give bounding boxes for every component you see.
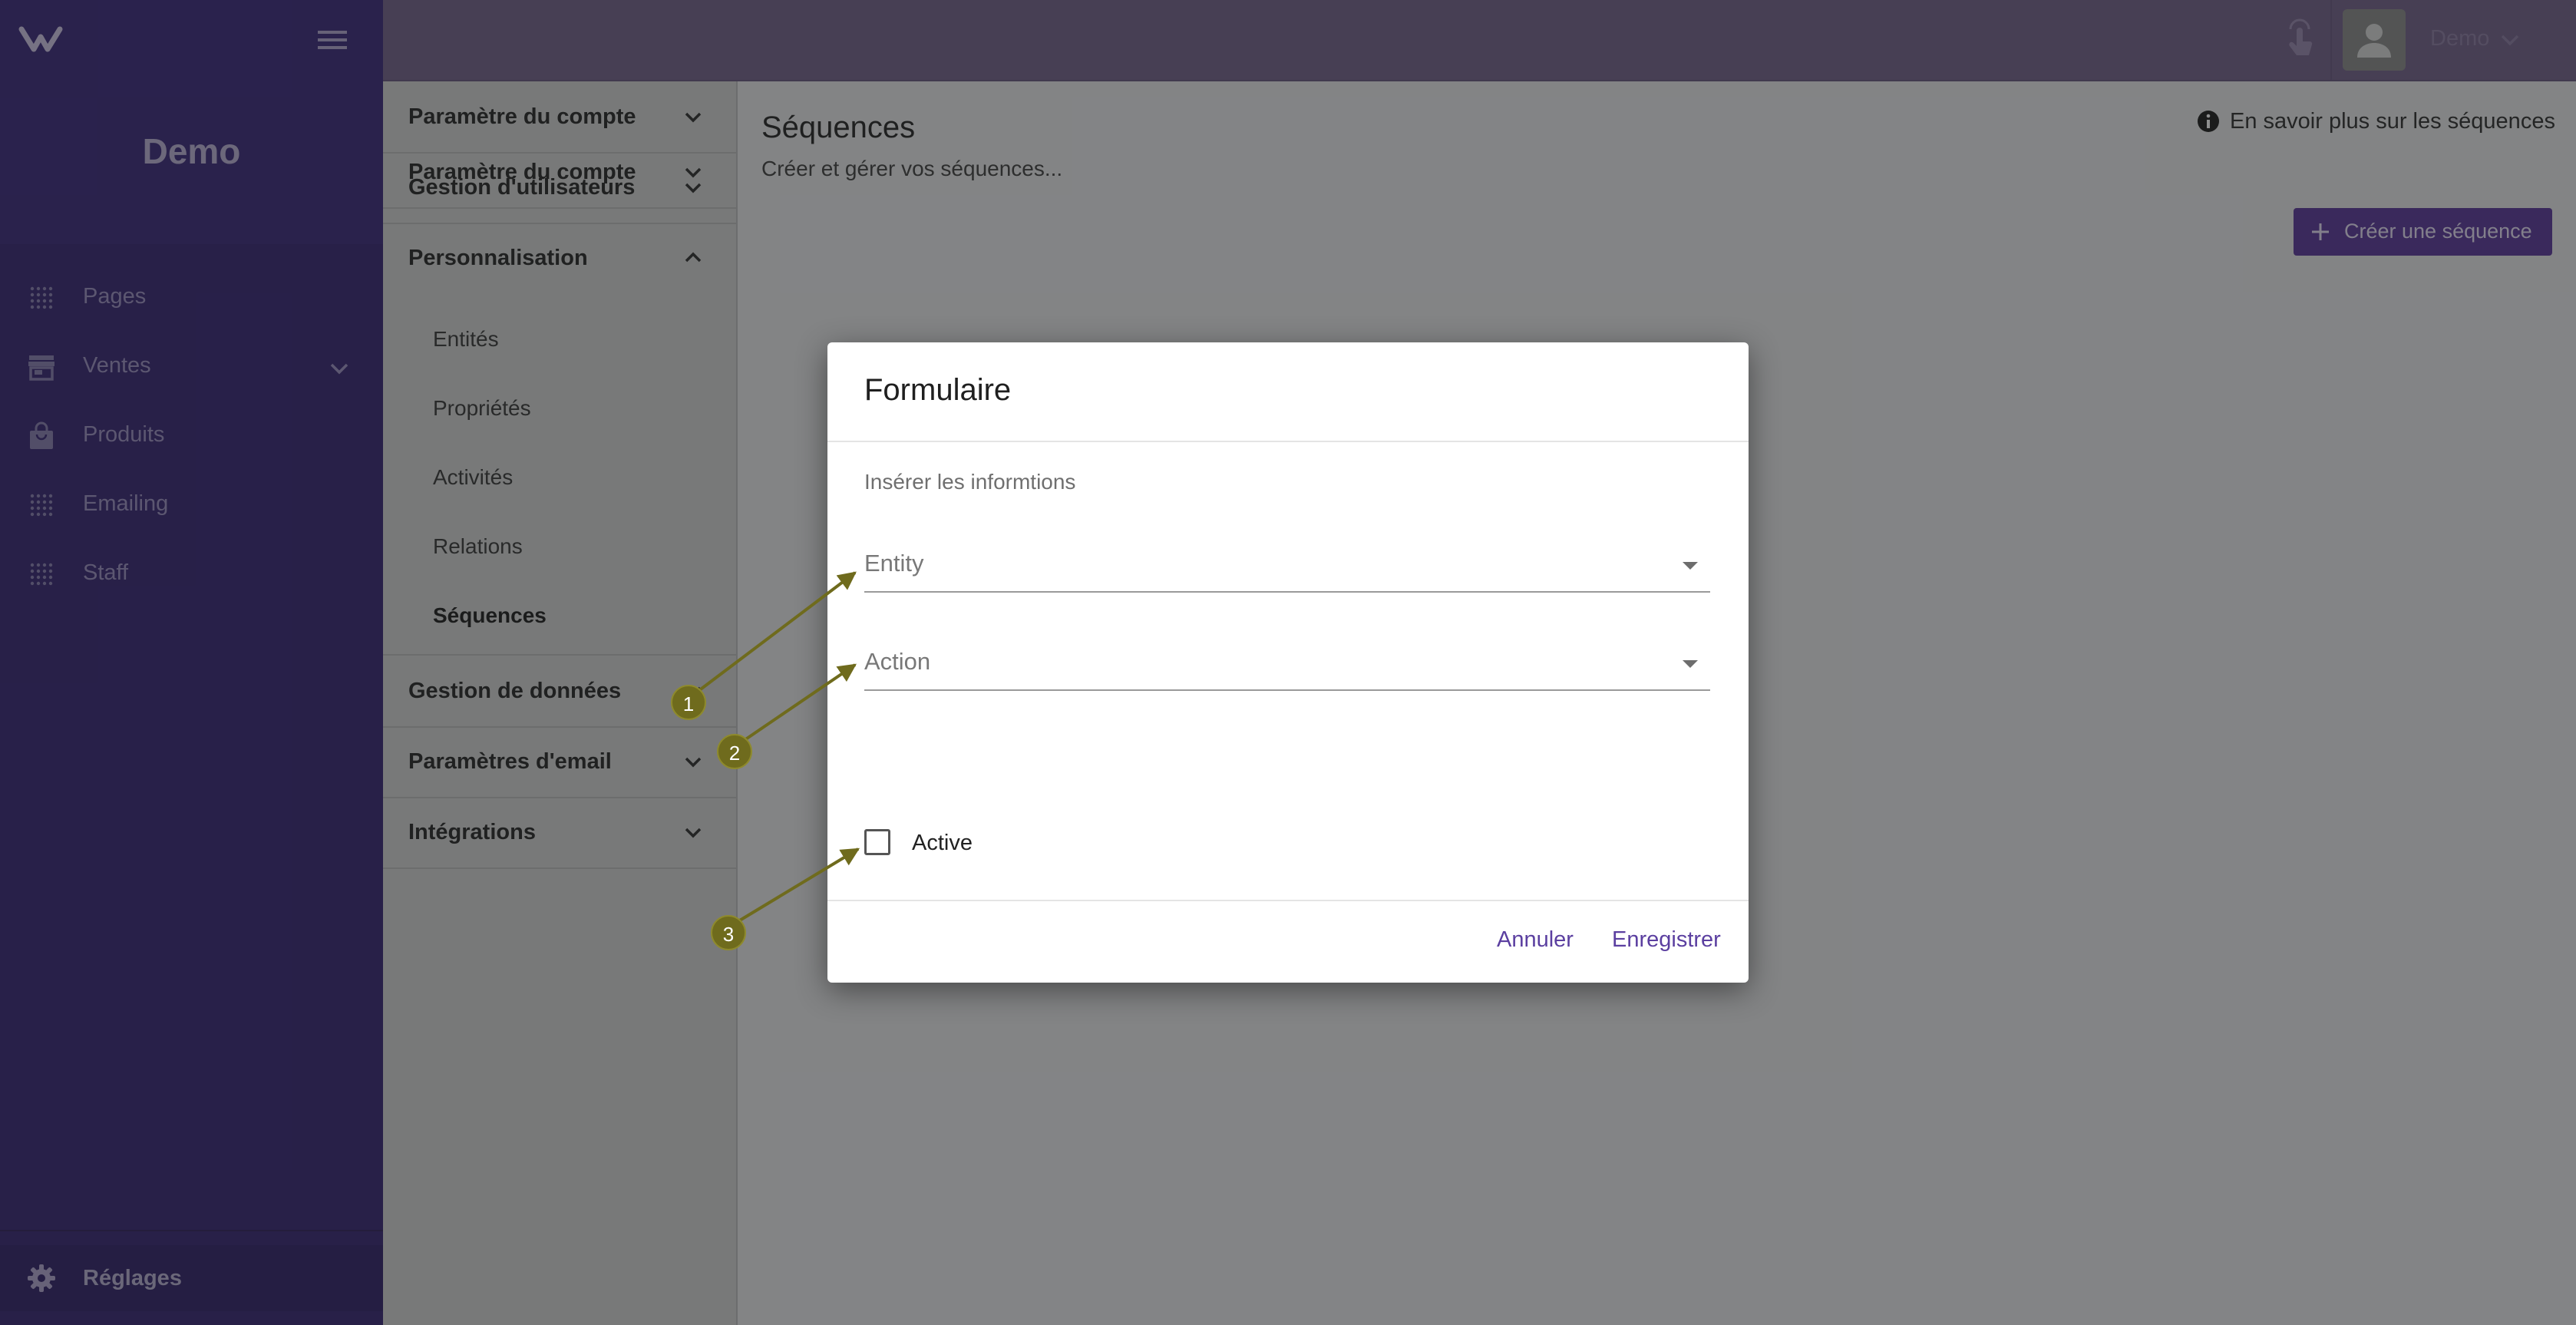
annotation-arrows — [697, 571, 860, 923]
annotation-badge-2: 2 — [717, 734, 752, 769]
annotation-badge-1: 1 — [671, 685, 706, 720]
annotation-badge-3: 3 — [711, 915, 746, 950]
annotation-arrow-1 — [697, 571, 857, 692]
annotation-arrow-2 — [743, 663, 857, 742]
annotation-arrow-3 — [737, 848, 860, 923]
